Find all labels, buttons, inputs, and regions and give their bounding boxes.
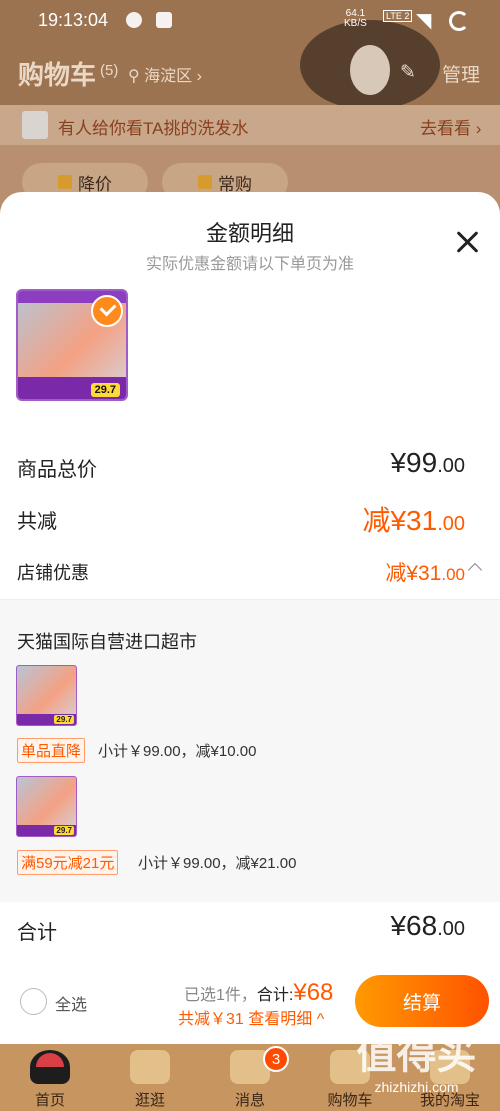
- wifi-icon: ◥: [416, 10, 432, 32]
- total-reduce-prefix: 减¥: [362, 505, 407, 536]
- select-all-radio[interactable]: [20, 988, 47, 1015]
- watermark: 值得买 zhizhizhi.com: [333, 1030, 500, 1111]
- discount-desc: 小计￥99.00，减¥21.00: [138, 855, 297, 872]
- tab-label: 逛逛: [134, 1092, 165, 1109]
- banner-thumbnail: [22, 111, 48, 139]
- discount-detail-box: 天猫国际自营进口超市 29.7 单品直降 小计￥99.00，减¥10.00 29…: [0, 599, 500, 902]
- battery-ring-icon: [449, 11, 469, 31]
- total-reduce-dec: .00: [437, 513, 465, 535]
- sheet-title: 金额明细: [205, 221, 294, 246]
- discount-tag: 单品直降: [17, 738, 86, 763]
- sum-label: 合计: [17, 922, 57, 944]
- total-reduce-int: 31: [406, 505, 438, 536]
- tab-home[interactable]: 首页: [0, 1044, 100, 1111]
- sum-dec: .00: [437, 918, 465, 940]
- cart-count: (5): [100, 62, 119, 79]
- cart-small-icon: [198, 175, 212, 189]
- total-label: 合计:: [256, 987, 294, 1004]
- watermark-url: zhizhizhi.com: [374, 1079, 459, 1095]
- sum-int: 68: [406, 910, 438, 941]
- view-detail-link[interactable]: 共减￥31 查看明细 ^: [178, 1005, 324, 1029]
- close-icon[interactable]: [453, 228, 481, 256]
- total-price-dec: .00: [437, 455, 465, 477]
- select-all-label[interactable]: 全选: [55, 991, 87, 1015]
- sum-currency: ¥: [390, 910, 407, 941]
- status-time: 19:13:04: [38, 10, 109, 30]
- amount-detail-sheet: 金额明细 实际优惠金额请以下单页为准 29.7 商品总价 ¥99.00 共减 减…: [0, 192, 500, 972]
- edit-icon[interactable]: ✎: [400, 61, 416, 84]
- store-discount-int: 31: [418, 562, 442, 585]
- network-speed-unit: KB/S: [344, 18, 367, 29]
- banner-text: 有人给你看TA挑的洗发水: [58, 119, 249, 138]
- discount-desc: 小计￥99.00，减¥10.00: [98, 743, 257, 760]
- detail-product-price-tag: 29.7: [54, 826, 74, 835]
- total-reduce-value: 减¥31.00: [362, 499, 465, 539]
- status-bar: 19:13:04 64.1 KB/S LTE 2 ◥: [0, 0, 500, 40]
- selected-summary: 已选1件，合计:¥68: [184, 979, 333, 1007]
- total-price-currency: ¥: [390, 447, 407, 478]
- row-store-discount[interactable]: 店铺优惠 减¥31.00: [0, 557, 500, 587]
- total-amount: ¥68: [293, 979, 334, 1006]
- store-discount-label: 店铺优惠: [17, 563, 89, 583]
- tab-label: 首页: [34, 1092, 65, 1109]
- total-price-label: 商品总价: [17, 459, 97, 481]
- total-price-value: ¥99.00: [390, 447, 465, 479]
- product-price-tag: 29.7: [90, 383, 120, 397]
- watermark-text: 值得买: [356, 1033, 477, 1077]
- network-speed: 64.1 KB/S: [344, 9, 367, 29]
- tab-label: 消息: [234, 1092, 265, 1109]
- browse-icon: [130, 1050, 170, 1084]
- lte-indicator: LTE 2: [383, 10, 413, 22]
- shop-name: 天猫国际自营进口超市: [17, 632, 197, 652]
- gallery-icon: [156, 12, 172, 28]
- home-icon: [30, 1050, 70, 1084]
- manage-button[interactable]: 管理: [442, 60, 480, 87]
- row-total-price: 商品总价 ¥99.00: [0, 447, 500, 487]
- detail-product-price-tag: 29.7: [54, 715, 74, 724]
- sum-value: ¥68.00: [390, 910, 465, 942]
- detail-product-thumbnail[interactable]: 29.7: [16, 665, 77, 726]
- recommend-banner[interactable]: 有人给你看TA挑的洗发水 去看看 ›: [0, 105, 500, 145]
- filter-chip-label: 降价: [78, 174, 112, 194]
- selected-check-icon[interactable]: [91, 295, 123, 327]
- checkout-button[interactable]: 结算: [355, 975, 489, 1027]
- price-drop-icon: [58, 175, 72, 189]
- row-total-reduce: 共减 减¥31.00: [0, 499, 500, 539]
- message-badge: 3: [263, 1046, 289, 1072]
- tab-browse[interactable]: 逛逛: [100, 1044, 200, 1111]
- chat-icon: [126, 12, 142, 28]
- store-discount-dec: .00: [441, 565, 465, 584]
- location-selector[interactable]: ⚲ 海淀区 ›: [128, 62, 202, 86]
- store-discount-prefix: 减¥: [385, 562, 418, 585]
- tmall-cat-eye-decoration: [350, 45, 390, 95]
- row-sum: 合计 ¥68.00: [0, 910, 500, 950]
- discount-tag: 满59元减21元: [17, 850, 119, 875]
- selected-count: 已选1件，: [184, 987, 257, 1004]
- location-label: 海淀区 ›: [144, 68, 202, 85]
- store-discount-value: 减¥31.00: [385, 557, 465, 587]
- filter-chip-label: 常购: [218, 174, 252, 194]
- sheet-subtitle: 实际优惠金额请以下单页为准: [145, 256, 354, 273]
- total-price-int: 99: [406, 447, 438, 478]
- detail-product-thumbnail[interactable]: 29.7: [16, 776, 77, 837]
- page-title: 购物车: [18, 60, 97, 90]
- banner-go-link[interactable]: 去看看 ›: [420, 114, 481, 139]
- location-pin-icon: ⚲: [128, 68, 140, 85]
- total-reduce-label: 共减: [17, 511, 57, 533]
